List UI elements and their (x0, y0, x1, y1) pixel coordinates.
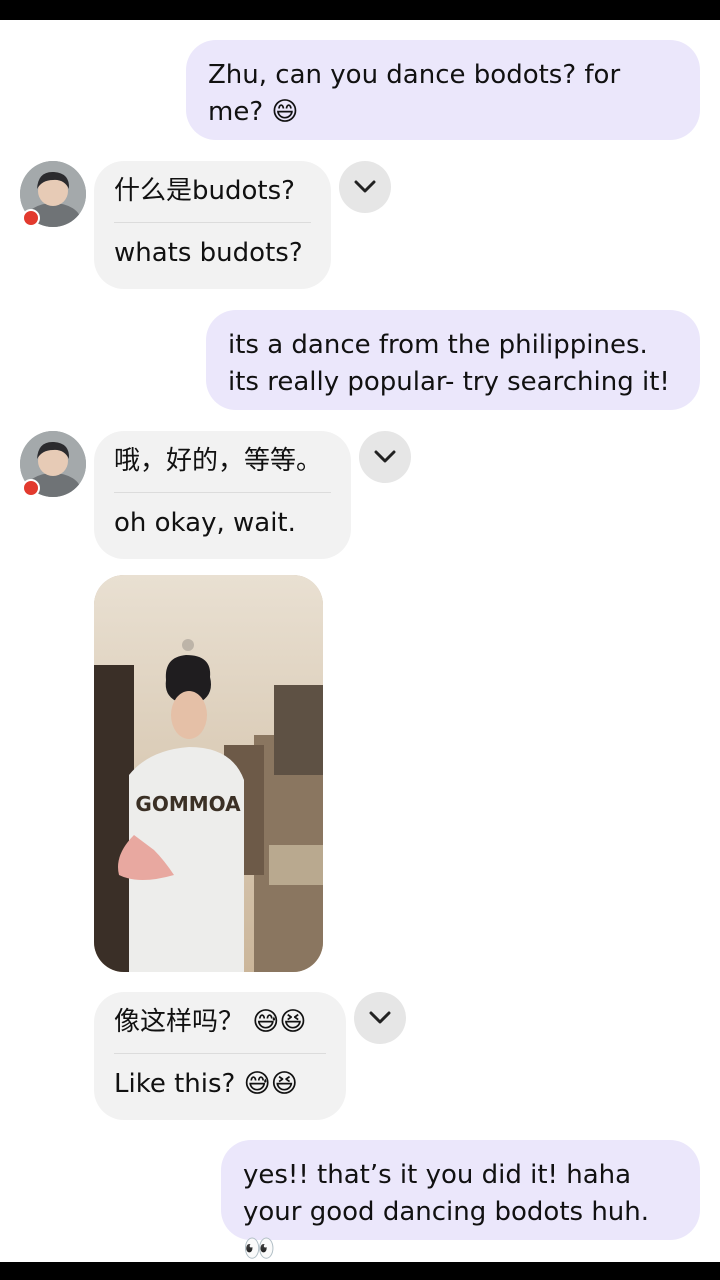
status-bar (0, 0, 720, 20)
divider (114, 492, 331, 493)
country-flag-badge (22, 479, 40, 497)
outgoing-message[interactable]: yes!! that’s it you did it! haha your go… (221, 1140, 700, 1264)
expand-button[interactable] (354, 992, 406, 1044)
video-message[interactable]: GOMMOA (94, 575, 323, 972)
chevron-down-icon (369, 1011, 391, 1024)
translated-text: oh okay, wait. (114, 508, 296, 538)
divider (114, 1053, 326, 1054)
chevron-down-icon (354, 180, 376, 193)
translated-text: whats budots? (114, 238, 303, 268)
translated-text: Like this? 😅😆 (114, 1069, 298, 1099)
original-text: 哦，好的，等等。 (114, 446, 323, 476)
svg-text:GOMMOA: GOMMOA (135, 792, 241, 816)
message-text: yes!! that’s it you did it! haha your go… (243, 1160, 650, 1264)
message-text: Zhu, can you dance bodots? for me? 😄 (208, 60, 621, 127)
incoming-message[interactable]: 像这样吗？ 😅😆 Like this? 😅😆 (94, 992, 346, 1120)
divider (114, 222, 311, 223)
incoming-message[interactable]: 哦，好的，等等。 oh okay, wait. (94, 431, 351, 559)
country-flag-badge (22, 209, 40, 227)
expand-button[interactable] (359, 431, 411, 483)
message-text: its a dance from the philippines. its re… (228, 330, 670, 397)
home-bar (0, 1262, 720, 1280)
incoming-message[interactable]: 什么是budots? whats budots? (94, 161, 331, 289)
outgoing-message[interactable]: Zhu, can you dance bodots? for me? 😄 (186, 40, 700, 140)
original-text: 什么是budots? (114, 176, 295, 206)
expand-button[interactable] (339, 161, 391, 213)
outgoing-message[interactable]: its a dance from the philippines. its re… (206, 310, 700, 410)
chevron-down-icon (374, 450, 396, 463)
original-text: 像这样吗？ 😅😆 (114, 1007, 307, 1037)
